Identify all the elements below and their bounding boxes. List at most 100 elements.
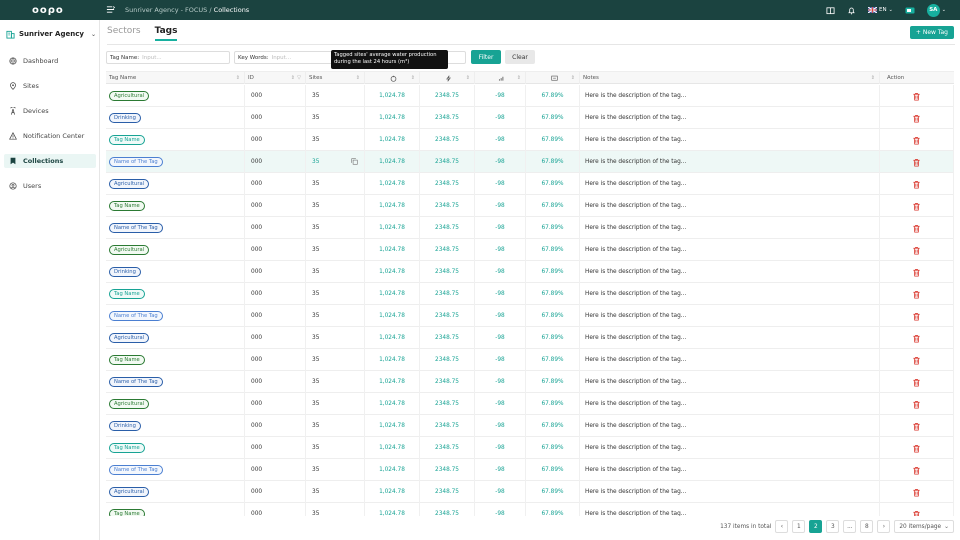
sites-count[interactable]: 35 xyxy=(306,489,319,495)
table-row[interactable]: Name of The Tag 000 35 1,024.78 2348.75 -98 67… xyxy=(106,459,954,481)
next-page-button[interactable]: › xyxy=(877,520,891,533)
column-header-energy[interactable]: ⇕ xyxy=(420,72,475,84)
sites-count[interactable]: 35 xyxy=(306,247,319,253)
tag-pill[interactable]: Tag Name xyxy=(109,355,145,365)
sidebar-item-sites[interactable]: Sites xyxy=(4,79,96,93)
sites-count[interactable]: 35 xyxy=(306,137,319,143)
sort-icon[interactable]: ⇕ xyxy=(466,75,470,81)
trash-icon[interactable] xyxy=(912,422,921,431)
table-row[interactable]: Tag Name 000 35 1,024.78 2348.75 -98 67.89% Her… xyxy=(106,503,954,516)
filter-button[interactable]: Filter xyxy=(471,50,501,64)
sidebar-item-devices[interactable]: Devices xyxy=(4,104,96,118)
agency-selector[interactable]: Sunriver Agency ⌄ xyxy=(6,28,96,40)
sidebar-item-notification-center[interactable]: Notification Center xyxy=(4,129,96,143)
page-ellipsis[interactable]: ... xyxy=(843,520,857,533)
table-row[interactable]: Agricultural 000 35 1,024.78 2348.75 -98 67.89… xyxy=(106,239,954,261)
table-row[interactable]: Name of The Tag 000 35 1,024.78 2348.75 -98 67… xyxy=(106,217,954,239)
clear-button[interactable]: Clear xyxy=(505,50,535,64)
tag-pill[interactable]: Name of The Tag xyxy=(109,311,163,321)
trash-icon[interactable] xyxy=(912,180,921,189)
app-logo[interactable]: ooρo xyxy=(32,5,64,16)
column-header-signal[interactable]: ⇕ xyxy=(475,72,526,84)
trash-icon[interactable] xyxy=(912,356,921,365)
trash-icon[interactable] xyxy=(912,224,921,233)
tag-pill[interactable]: Name of The Tag xyxy=(109,157,163,167)
trash-icon[interactable] xyxy=(912,136,921,145)
sites-count[interactable]: 35 xyxy=(306,357,319,363)
new-tag-button[interactable]: + New Tag xyxy=(909,26,954,39)
table-row[interactable]: Drinking 000 35 1,024.78 2348.75 -98 67.89% Her… xyxy=(106,261,954,283)
sort-icon[interactable]: ⇕ xyxy=(236,75,240,81)
table-row[interactable]: Tag Name 000 35 1,024.78 2348.75 -98 67.89% Her… xyxy=(106,195,954,217)
tag-pill[interactable]: Drinking xyxy=(109,421,141,431)
sites-count[interactable]: 35 xyxy=(306,313,319,319)
trash-icon[interactable] xyxy=(912,312,921,321)
bell-icon[interactable] xyxy=(847,6,856,15)
table-row[interactable]: Agricultural 000 35 1,024.78 2348.75 -98 67.89… xyxy=(106,85,954,107)
language-selector[interactable]: EN ⌄ xyxy=(868,7,893,13)
menu-collapse-icon[interactable] xyxy=(106,5,115,14)
tag-pill[interactable]: Drinking xyxy=(109,267,141,277)
sites-count[interactable]: 35 xyxy=(306,445,319,451)
sort-icon[interactable]: ⇕ xyxy=(411,75,415,81)
tag-pill[interactable]: Drinking xyxy=(109,113,141,123)
sidebar-item-users[interactable]: Users xyxy=(4,179,96,193)
filter-icon[interactable]: ▽ xyxy=(297,75,301,81)
table-row[interactable]: Agricultural 000 35 1,024.78 2348.75 -98 67.89… xyxy=(106,393,954,415)
tab-sectors[interactable]: Sectors xyxy=(107,26,141,41)
sort-icon[interactable]: ⇕ xyxy=(571,75,575,81)
copy-icon[interactable] xyxy=(351,158,358,165)
trash-icon[interactable] xyxy=(912,444,921,453)
tag-pill[interactable]: Agricultural xyxy=(109,333,150,343)
tag-pill[interactable]: Agricultural xyxy=(109,399,150,409)
trash-icon[interactable] xyxy=(912,268,921,277)
sites-count[interactable]: 35 xyxy=(306,181,319,187)
column-header-notes[interactable]: Notes ⇕ xyxy=(580,72,880,84)
sort-icon[interactable]: ⇕ xyxy=(871,75,875,81)
sites-count[interactable]: 35 xyxy=(306,467,319,473)
trash-icon[interactable] xyxy=(912,400,921,409)
tag-pill[interactable]: Agricultural xyxy=(109,179,150,189)
page-number-button[interactable]: 1 xyxy=(792,520,806,533)
prev-page-button[interactable]: ‹ xyxy=(775,520,789,533)
breadcrumb-org[interactable]: Sunriver Agency - FOCUS xyxy=(125,6,207,14)
sites-count[interactable]: 35 xyxy=(306,225,319,231)
trash-icon[interactable] xyxy=(912,334,921,343)
trash-icon[interactable] xyxy=(912,158,921,167)
sort-icon[interactable]: ⇕ xyxy=(517,75,521,81)
sites-count[interactable]: 35 xyxy=(306,269,319,275)
table-row[interactable]: Tag Name 000 35 1,024.78 2348.75 -98 67.89% Her… xyxy=(106,129,954,151)
column-header-sites[interactable]: Sites ⇕ xyxy=(306,72,365,84)
trash-icon[interactable] xyxy=(912,466,921,475)
tag-name-input[interactable] xyxy=(142,54,203,61)
sites-count[interactable]: 35 xyxy=(306,335,319,341)
sites-count[interactable]: 35 xyxy=(306,115,319,121)
tag-pill[interactable]: Agricultural xyxy=(109,487,150,497)
tag-pill[interactable]: Tag Name xyxy=(109,201,145,211)
page-number-button[interactable]: 3 xyxy=(826,520,840,533)
user-menu[interactable]: SA ⌄ xyxy=(926,3,946,17)
sites-count[interactable]: 35 xyxy=(306,291,319,297)
device-toggle-icon[interactable] xyxy=(905,7,915,14)
table-row[interactable]: Tag Name 000 35 1,024.78 2348.75 -98 67.89% Her… xyxy=(106,437,954,459)
trash-icon[interactable] xyxy=(912,378,921,387)
tag-pill[interactable]: Agricultural xyxy=(109,245,150,255)
trash-icon[interactable] xyxy=(912,202,921,211)
trash-icon[interactable] xyxy=(912,488,921,497)
page-size-select[interactable]: 20 items/page ⌄ xyxy=(894,520,954,533)
table-row[interactable]: Tag Name 000 35 1,024.78 2348.75 -98 67.89% Her… xyxy=(106,349,954,371)
tab-tags[interactable]: Tags xyxy=(154,26,178,41)
table-row[interactable]: Drinking 000 35 1,024.78 2348.75 -98 67.89% Her… xyxy=(106,107,954,129)
sites-count[interactable]: 35 xyxy=(306,401,319,407)
page-number-button[interactable]: 8 xyxy=(860,520,874,533)
trash-icon[interactable] xyxy=(912,246,921,255)
column-header-water-production[interactable]: ⇕ xyxy=(365,72,420,84)
sidebar-item-collections[interactable]: Collections xyxy=(4,154,96,168)
table-row[interactable]: Agricultural 000 35 1,024.78 2348.75 -98 67.89… xyxy=(106,173,954,195)
table-row[interactable]: Drinking 000 35 1,024.78 2348.75 -98 67.89% Her… xyxy=(106,415,954,437)
sidebar-item-dashboard[interactable]: Dashboard xyxy=(4,54,96,68)
tag-pill[interactable]: Name of The Tag xyxy=(109,465,163,475)
sort-icon[interactable]: ⇕ xyxy=(356,75,360,81)
sites-count[interactable]: 35 xyxy=(306,93,319,99)
sites-count[interactable]: 35 xyxy=(306,203,319,209)
